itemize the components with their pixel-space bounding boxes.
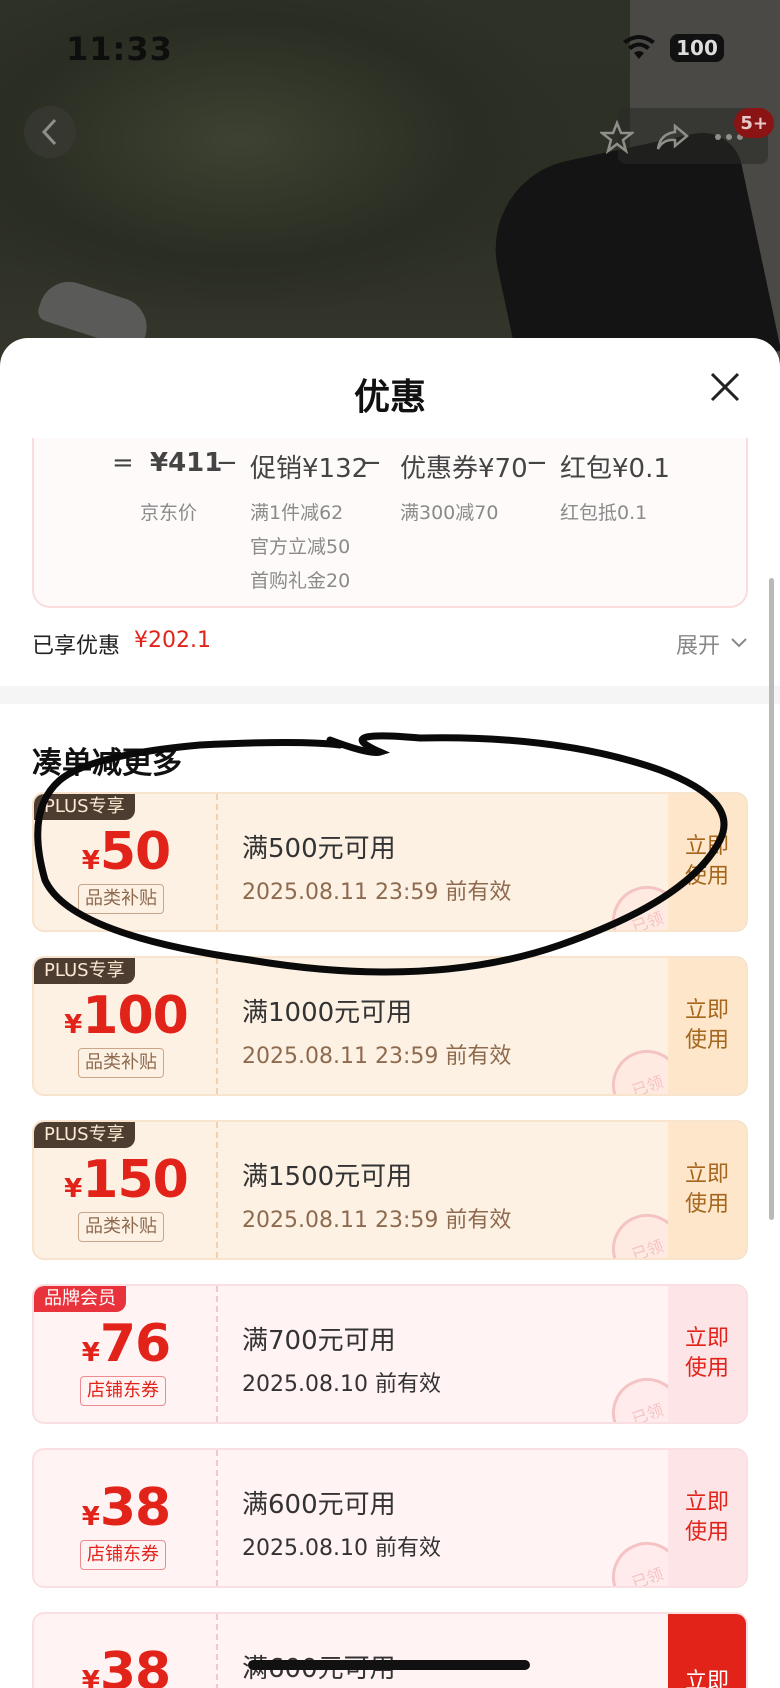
coupon-amount-value: 76	[99, 1314, 171, 1374]
coupon-value-panel: PLUS专享 ¥50 品类补贴	[34, 794, 218, 930]
equals-sign: =	[112, 448, 134, 478]
close-icon[interactable]	[708, 370, 742, 404]
sheet-title: 优惠	[353, 377, 426, 418]
coupon-detail: 满300减70	[400, 502, 499, 524]
coupon-amount: ¥150	[34, 1150, 218, 1210]
currency-symbol: ¥	[81, 1338, 100, 1368]
coupon-value-panel: PLUS专享 ¥100 品类补贴	[34, 958, 218, 1094]
coupon-amount: ¥50	[34, 822, 218, 882]
coupon-condition: 满700元可用	[242, 1326, 396, 1356]
coupon-kind: 品类补贴	[78, 884, 164, 914]
coupon-value-panel: ¥38 店铺东券	[34, 1450, 218, 1586]
currency-symbol: ¥	[81, 846, 100, 876]
coupon-validity: 2025.08.11 23:59 前有效	[242, 1208, 512, 1233]
minus-sign: −	[526, 448, 548, 478]
use-now-button[interactable]: 立即使用	[668, 1450, 746, 1586]
promo-detail: 满1件减62	[250, 502, 344, 524]
scrollbar[interactable]	[769, 578, 774, 1220]
currency-symbol: ¥	[64, 1174, 83, 1204]
use-now-button[interactable]: 立即	[668, 1614, 746, 1688]
star-icon[interactable]	[600, 120, 634, 154]
section-divider	[0, 686, 780, 704]
coupon-condition: 满1500元可用	[242, 1162, 413, 1192]
chevron-down-icon[interactable]	[730, 634, 748, 652]
message-count-badge: 5+	[734, 108, 774, 138]
back-button[interactable]	[24, 106, 76, 158]
discount-sheet: 优惠 = ¥411 − 促销¥132 − 优惠券¥70 − 红包¥0.1 京东价…	[0, 338, 780, 1688]
enjoyed-discount-label: 已享优惠	[32, 634, 121, 659]
coupon-condition: 满1000元可用	[242, 998, 413, 1028]
use-now-label: 立即使用	[684, 1326, 729, 1381]
jd-price: ¥411	[150, 448, 223, 478]
battery-indicator: 100	[670, 34, 724, 62]
coupon-validity: 2025.08.10 前有效	[242, 1372, 441, 1397]
enjoyed-discount-value: ¥202.1	[134, 628, 211, 653]
home-indicator[interactable]	[248, 1660, 530, 1670]
coupon-tag: 品牌会员	[34, 1286, 126, 1312]
price-breakdown: = ¥411 − 促销¥132 − 优惠券¥70 − 红包¥0.1 京东价 满1…	[32, 438, 748, 608]
coupon-condition: 满500元可用	[242, 834, 396, 864]
coupon-card[interactable]: ¥38 店铺东券 满600元可用 2025.08.10 前有效 已领 立即使用	[32, 1448, 748, 1588]
use-now-button[interactable]: 立即使用	[668, 1122, 746, 1258]
coupon-amount-value: 150	[82, 1150, 189, 1210]
use-now-button[interactable]: 立即使用	[668, 794, 746, 930]
coupon-amount-value: 38	[99, 1642, 171, 1688]
status-icons: 100	[622, 34, 724, 62]
use-now-label: 立即使用	[684, 834, 729, 889]
coupon-tag: PLUS专享	[34, 1122, 135, 1148]
coupon-amount: ¥76	[34, 1314, 218, 1374]
coupon-amount-value: 100	[82, 986, 189, 1046]
redpacket-detail: 红包抵0.1	[560, 502, 648, 524]
use-now-label: 立即使用	[684, 1162, 729, 1217]
coupon-validity: 2025.08.11 23:59 前有效	[242, 1044, 512, 1069]
promo-detail: 首购礼金20	[250, 570, 351, 592]
coupon-kind: 品类补贴	[78, 1048, 164, 1078]
coupon-kind: 店铺东券	[80, 1376, 166, 1406]
price-formula: = ¥411 − 促销¥132 − 优惠券¥70 − 红包¥0.1	[34, 448, 750, 488]
coupon-value-panel: 品牌会员 ¥76 店铺东券	[34, 1286, 218, 1422]
minus-sign: −	[216, 448, 238, 478]
expand-button[interactable]: 展开	[676, 628, 720, 660]
wifi-icon	[623, 35, 655, 59]
coupon-amount-value: 50	[99, 822, 171, 882]
section-title: 凑单减更多	[32, 746, 182, 781]
currency-symbol: ¥	[81, 1666, 100, 1688]
coupon-condition: 满600元可用	[242, 1490, 396, 1520]
use-now-button[interactable]: 立即使用	[668, 958, 746, 1094]
coupon-validity: 2025.08.11 23:59 前有效	[242, 880, 512, 905]
coupon-amount-value: 38	[99, 1478, 171, 1538]
chevron-left-icon	[41, 118, 57, 146]
redpacket-amount: 红包¥0.1	[560, 454, 670, 484]
coupon-validity: 2025.08.10 前有效	[242, 1536, 441, 1561]
use-now-button[interactable]: 立即使用	[668, 1286, 746, 1422]
currency-symbol: ¥	[64, 1010, 83, 1040]
currency-symbol: ¥	[81, 1502, 100, 1532]
coupon-card[interactable]: PLUS专享 ¥50 品类补贴 满500元可用 2025.08.11 23:59…	[32, 792, 748, 932]
coupon-tag: PLUS专享	[34, 794, 135, 820]
coupon-value-panel: PLUS专享 ¥150 品类补贴	[34, 1122, 218, 1258]
coupon-amount: ¥38	[34, 1642, 218, 1688]
coupon-amount: 优惠券¥70	[400, 454, 528, 484]
use-now-label: 立即	[684, 1669, 729, 1688]
coupon-value-panel: ¥38	[34, 1614, 218, 1688]
coupon-tag: PLUS专享	[34, 958, 135, 984]
coupon-card[interactable]: PLUS专享 ¥100 品类补贴 满1000元可用 2025.08.11 23:…	[32, 956, 748, 1096]
use-now-label: 立即使用	[684, 1490, 729, 1545]
share-icon[interactable]	[655, 120, 689, 154]
promo-detail: 官方立减50	[250, 536, 351, 558]
promo-amount: 促销¥132	[250, 454, 369, 484]
coupon-amount: ¥38	[34, 1478, 218, 1538]
coupon-kind: 店铺东券	[80, 1540, 166, 1570]
coupon-card[interactable]: 品牌会员 ¥76 店铺东券 满700元可用 2025.08.10 前有效 已领 …	[32, 1284, 748, 1424]
coupon-kind: 品类补贴	[78, 1212, 164, 1242]
minus-sign: −	[360, 448, 382, 478]
jd-price-label: 京东价	[140, 502, 198, 524]
coupon-amount: ¥100	[34, 986, 218, 1046]
coupon-card[interactable]: PLUS专享 ¥150 品类补贴 满1500元可用 2025.08.11 23:…	[32, 1120, 748, 1260]
coupon-card[interactable]: ¥38 满600元可用 立即	[32, 1612, 748, 1688]
use-now-label: 立即使用	[684, 998, 729, 1053]
status-time: 11:33	[66, 30, 173, 68]
